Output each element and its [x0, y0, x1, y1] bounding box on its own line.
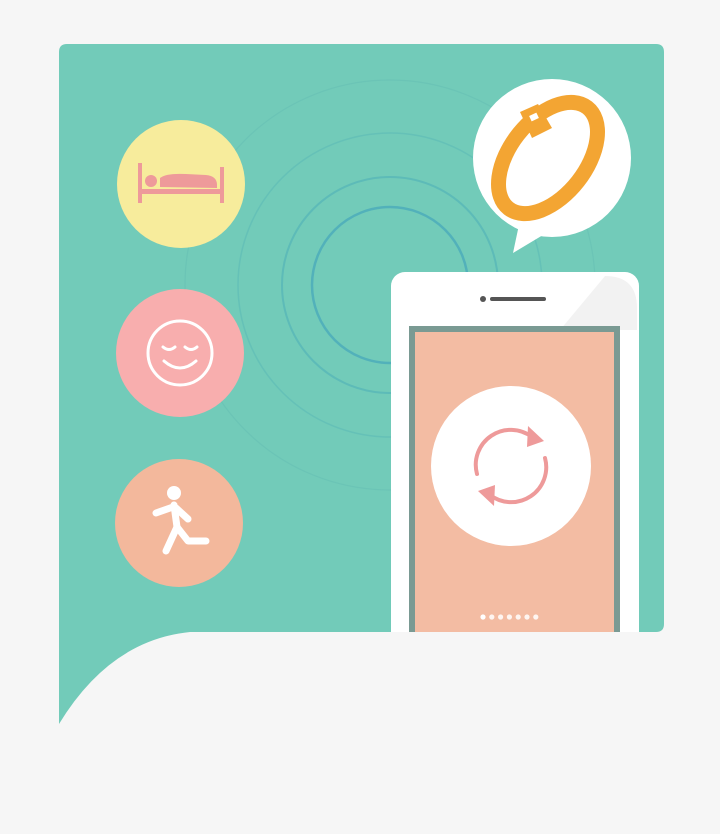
mood-button[interactable]: [116, 289, 244, 417]
sleep-button[interactable]: [117, 120, 245, 248]
phone-speaker: [490, 297, 546, 301]
page-dot[interactable]: [498, 614, 504, 620]
sync-button[interactable]: [431, 386, 591, 546]
running-person-icon: [152, 486, 210, 555]
page-dot[interactable]: [506, 614, 512, 620]
page-dot[interactable]: [515, 614, 521, 620]
page-dot[interactable]: [533, 614, 539, 620]
page-dot[interactable]: [480, 614, 486, 620]
illustration-scene: [0, 0, 720, 829]
bed-icon: [138, 163, 224, 203]
phone-camera: [480, 296, 486, 302]
page-dot[interactable]: [489, 614, 495, 620]
page-dot[interactable]: [524, 614, 530, 620]
smiley-face-icon: [146, 319, 214, 387]
illustration-canvas: [59, 44, 664, 724]
activity-button[interactable]: [115, 459, 243, 587]
